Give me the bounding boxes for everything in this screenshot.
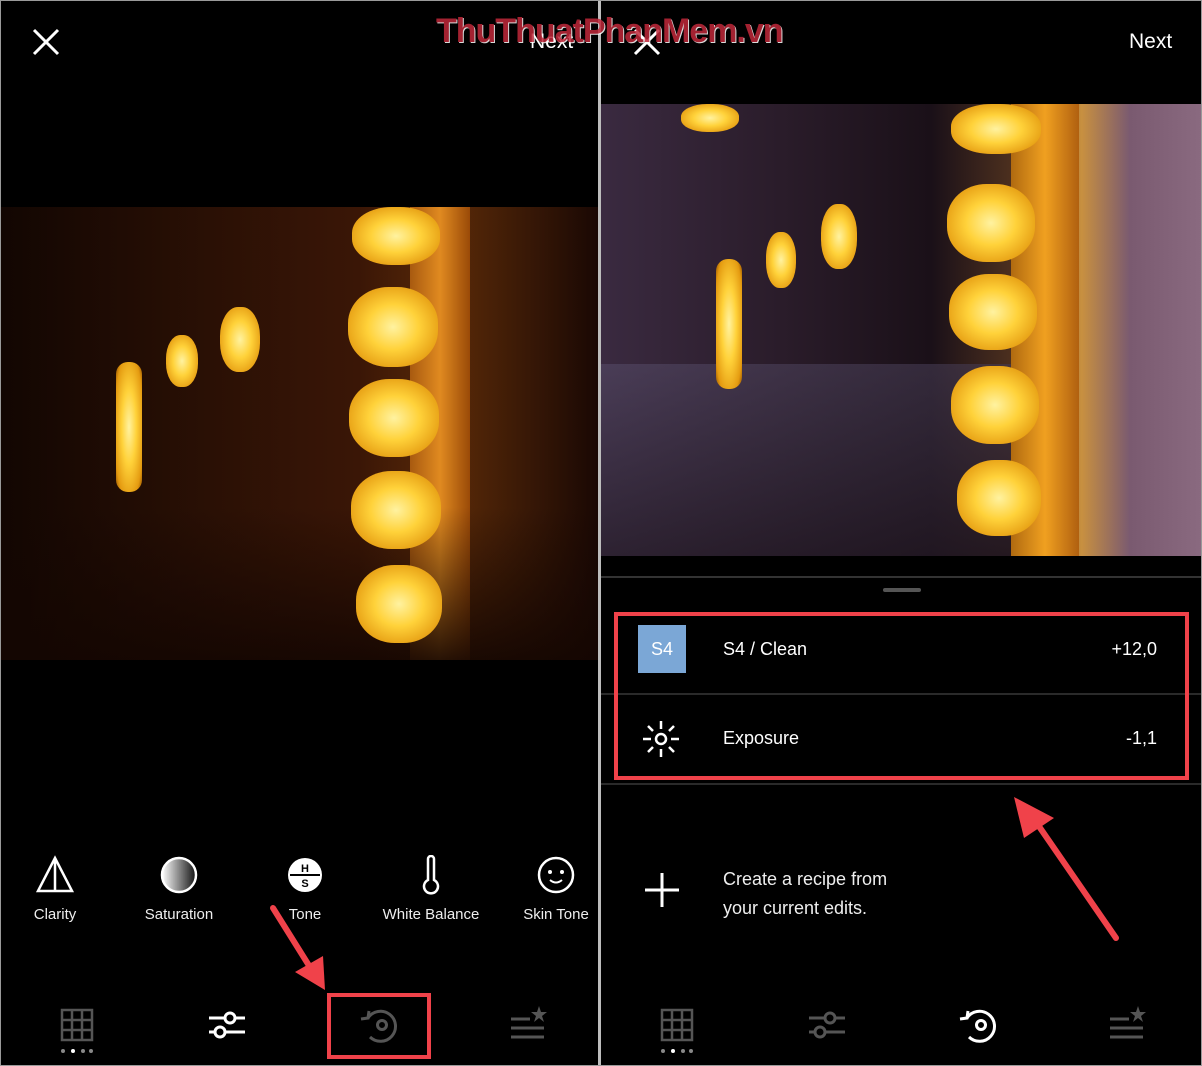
- sliders-icon[interactable]: [208, 1010, 246, 1040]
- tone-icon: HS: [288, 858, 322, 892]
- sheet-divider: [601, 576, 1202, 578]
- recipes-icon[interactable]: [510, 1005, 548, 1041]
- clarity-icon: [35, 855, 75, 893]
- watermark: ThuThuatPhanMem.vn: [436, 12, 784, 50]
- plus-icon: [645, 873, 679, 907]
- annotation-arrow: [270, 905, 325, 990]
- tool-skin-tone[interactable]: Skin Tone: [501, 855, 611, 923]
- annotation-box: [327, 993, 431, 1059]
- saturation-icon: [160, 856, 198, 894]
- svg-text:S: S: [301, 878, 308, 890]
- annotation-arrow: [1014, 797, 1119, 941]
- grid-icon[interactable]: [60, 1008, 94, 1056]
- tool-clarity[interactable]: Clarity: [0, 855, 110, 923]
- right-screen: Next S4 S4 / Clean +12,0 Exposure -1,1 C…: [601, 0, 1202, 1066]
- tool-saturation[interactable]: Saturation: [124, 855, 234, 923]
- recipe-text-line1: Create a recipe from: [723, 869, 888, 889]
- annotation-box: [614, 612, 1189, 780]
- grid-icon[interactable]: [660, 1008, 694, 1056]
- photo-original: [0, 207, 598, 660]
- skin-tone-icon: [537, 856, 575, 894]
- history-icon[interactable]: [957, 1006, 1001, 1044]
- row-divider: [601, 783, 1202, 785]
- recipe-text-line2: your current edits.: [723, 898, 868, 918]
- recipes-icon[interactable]: [1109, 1005, 1147, 1041]
- left-screen: Next Clarity Saturation HS Tone White Ba…: [0, 0, 598, 1066]
- sheet-handle[interactable]: [883, 588, 921, 592]
- white-balance-icon: [422, 854, 440, 895]
- tool-white-balance[interactable]: White Balance: [366, 854, 496, 923]
- close-icon[interactable]: [32, 28, 60, 56]
- photo-edited: [601, 104, 1202, 556]
- next-button[interactable]: Next: [1129, 30, 1172, 54]
- sliders-icon[interactable]: [808, 1010, 846, 1040]
- svg-text:H: H: [301, 863, 309, 875]
